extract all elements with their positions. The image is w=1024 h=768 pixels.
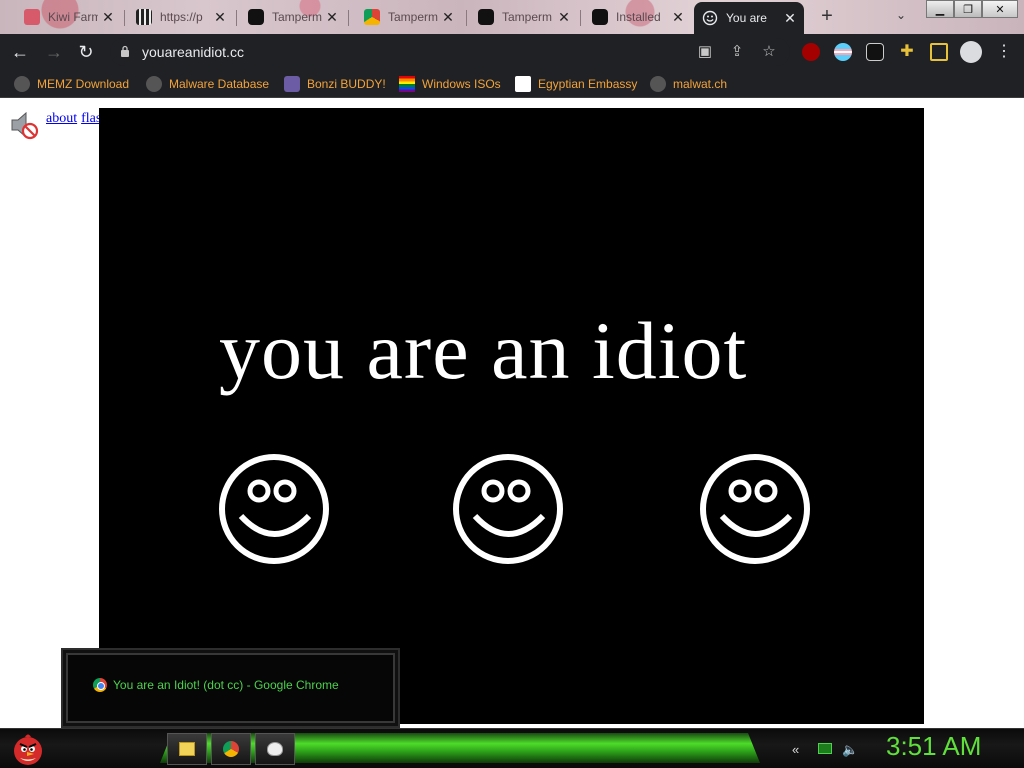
bookmark-windows-isos[interactable]: Windows ISOs	[399, 74, 501, 94]
about-link[interactable]: about	[46, 111, 77, 126]
chevron-down-icon[interactable]: ⌄	[896, 8, 906, 22]
bookmark-label: Bonzi BUDDY!	[307, 77, 386, 91]
ublock-icon[interactable]	[802, 43, 820, 61]
puzzle-icon[interactable]: ✚	[898, 43, 916, 61]
close-icon[interactable]: ✕	[556, 9, 572, 25]
taskbar-paint-button[interactable]	[255, 733, 295, 765]
tab-title: https://p	[160, 10, 203, 24]
bookmark-label: Malware Database	[169, 77, 270, 91]
close-icon[interactable]: ✕	[324, 9, 340, 25]
bookmarks-bar: MEMZ Download Malware Database Bonzi BUD…	[0, 70, 1024, 98]
chrome-icon	[223, 741, 239, 757]
globe-icon	[146, 76, 162, 92]
bookmark-egyptian-embassy[interactable]: Egyptian Embassy	[515, 74, 637, 94]
cast-blocked-icon[interactable]: ▣	[696, 43, 714, 61]
tab-separator	[124, 10, 125, 26]
tampermonkey-icon[interactable]	[866, 43, 884, 61]
close-icon[interactable]: ✕	[100, 9, 116, 25]
tab-tampermonkey-2[interactable]: Tamperm ✕	[356, 4, 462, 30]
headline-text: you are an idiot	[219, 305, 748, 396]
tab-https[interactable]: https://p ✕	[128, 4, 234, 30]
bonzi-icon	[284, 76, 300, 92]
tab-tampermonkey-3[interactable]: Tamperm ✕	[470, 4, 578, 30]
globe-icon	[14, 76, 30, 92]
flag-extension-icon[interactable]	[834, 43, 852, 61]
profile-avatar-icon[interactable]	[960, 41, 982, 63]
preview-caption: You are an Idiot! (dot cc) - Google Chro…	[93, 678, 339, 692]
chrome-icon	[93, 678, 107, 692]
bookmark-memz[interactable]: MEMZ Download	[14, 74, 129, 94]
tampermonkey-icon	[248, 9, 264, 25]
taskbar-chrome-button[interactable]	[211, 733, 251, 765]
smiley-icon	[702, 10, 718, 26]
flash-stage[interactable]: you are an idiot	[99, 108, 924, 724]
wix-icon	[515, 76, 531, 92]
share-icon[interactable]: ⇪	[728, 43, 746, 61]
page-viewport: about flash you are an idiot	[0, 104, 1024, 728]
tab-kiwi[interactable]: Kiwi Farm ✕	[16, 4, 122, 30]
bookmark-label: Egyptian Embassy	[538, 77, 638, 91]
bookmark-label: Windows ISOs	[422, 77, 501, 91]
bookmark-malware-database[interactable]: Malware Database	[146, 74, 269, 94]
close-icon[interactable]: ✕	[440, 9, 456, 25]
bookmark-bonzi-buddy[interactable]: Bonzi BUDDY!	[284, 74, 386, 94]
bookmark-malwatch[interactable]: malwat.ch	[650, 74, 727, 94]
bookmark-label: MEMZ Download	[37, 77, 130, 91]
bookmark-label: malwat.ch	[673, 77, 728, 91]
close-window-button[interactable]: ✕	[982, 0, 1018, 18]
globe-icon	[650, 76, 666, 92]
bookmark-star-icon[interactable]: ☆	[760, 43, 778, 61]
tab-installed[interactable]: Installed ✕	[584, 4, 692, 30]
reload-button[interactable]: ↻	[74, 40, 98, 64]
kiwi-icon	[24, 9, 40, 25]
taskbar-preview[interactable]: You are an Idiot! (dot cc) - Google Chro…	[61, 648, 400, 728]
url-text: youareanidiot.cc	[142, 44, 244, 60]
smiley-face-icon	[219, 454, 329, 564]
lock-icon	[121, 45, 129, 57]
close-icon[interactable]: ✕	[782, 10, 798, 26]
menu-kebab-icon[interactable]: ⋮	[992, 40, 1016, 64]
smiley-face-icon	[700, 454, 810, 564]
sound-muted-icon[interactable]	[8, 110, 40, 140]
tab-title: Tamperm	[388, 10, 438, 24]
minimize-button[interactable]: ▁	[926, 0, 954, 18]
tab-tampermonkey-1[interactable]: Tamperm ✕	[240, 4, 346, 30]
tab-you-are-an-idiot[interactable]: You are a ✕	[694, 2, 804, 34]
paint-palette-icon	[267, 742, 283, 756]
forward-button[interactable]: →	[42, 40, 66, 64]
tab-separator	[348, 10, 349, 26]
qr-icon	[136, 9, 152, 25]
rainbow-flag-icon	[399, 76, 415, 92]
taskbar	[0, 728, 1024, 768]
clock[interactable]: 3:51 AM	[886, 731, 981, 762]
tab-title: Installed	[616, 10, 661, 24]
browser-toolbar: ← → ↻ youareanidiot.cc ▣ ⇪ ☆ ✚ ⋮	[0, 34, 1024, 70]
tab-title: Tamperm	[502, 10, 552, 24]
taskbar-explorer-button[interactable]	[167, 733, 207, 765]
tab-title: Tamperm	[272, 10, 322, 24]
close-icon[interactable]: ✕	[212, 9, 228, 25]
sidebar-icon[interactable]	[930, 43, 948, 61]
tray-chevron-icon[interactable]: «	[792, 742, 799, 757]
tab-separator	[236, 10, 237, 26]
close-icon[interactable]: ✕	[670, 9, 686, 25]
smiley-face-icon	[453, 454, 563, 564]
tab-separator	[580, 10, 581, 26]
tab-strip: Kiwi Farm ✕ https://p ✕ Tamperm ✕ Tamper…	[0, 0, 1024, 34]
restore-button[interactable]: ❐	[954, 0, 982, 18]
preview-title: You are an Idiot! (dot cc) - Google Chro…	[113, 678, 339, 692]
new-tab-button[interactable]: +	[816, 6, 838, 28]
back-button[interactable]: ←	[8, 40, 32, 64]
address-bar[interactable]: youareanidiot.cc ▣ ⇪ ☆	[110, 38, 790, 66]
folder-icon	[179, 742, 195, 756]
tampermonkey-icon	[592, 9, 608, 25]
tampermonkey-icon	[478, 9, 494, 25]
tab-separator	[466, 10, 467, 26]
tab-title: You are a	[726, 11, 770, 25]
volume-icon[interactable]: 🔈	[842, 742, 858, 758]
network-icon[interactable]	[818, 743, 832, 754]
chrome-store-icon	[364, 9, 380, 25]
angry-bird-start-icon[interactable]	[8, 728, 48, 768]
tab-title: Kiwi Farm	[48, 10, 98, 24]
